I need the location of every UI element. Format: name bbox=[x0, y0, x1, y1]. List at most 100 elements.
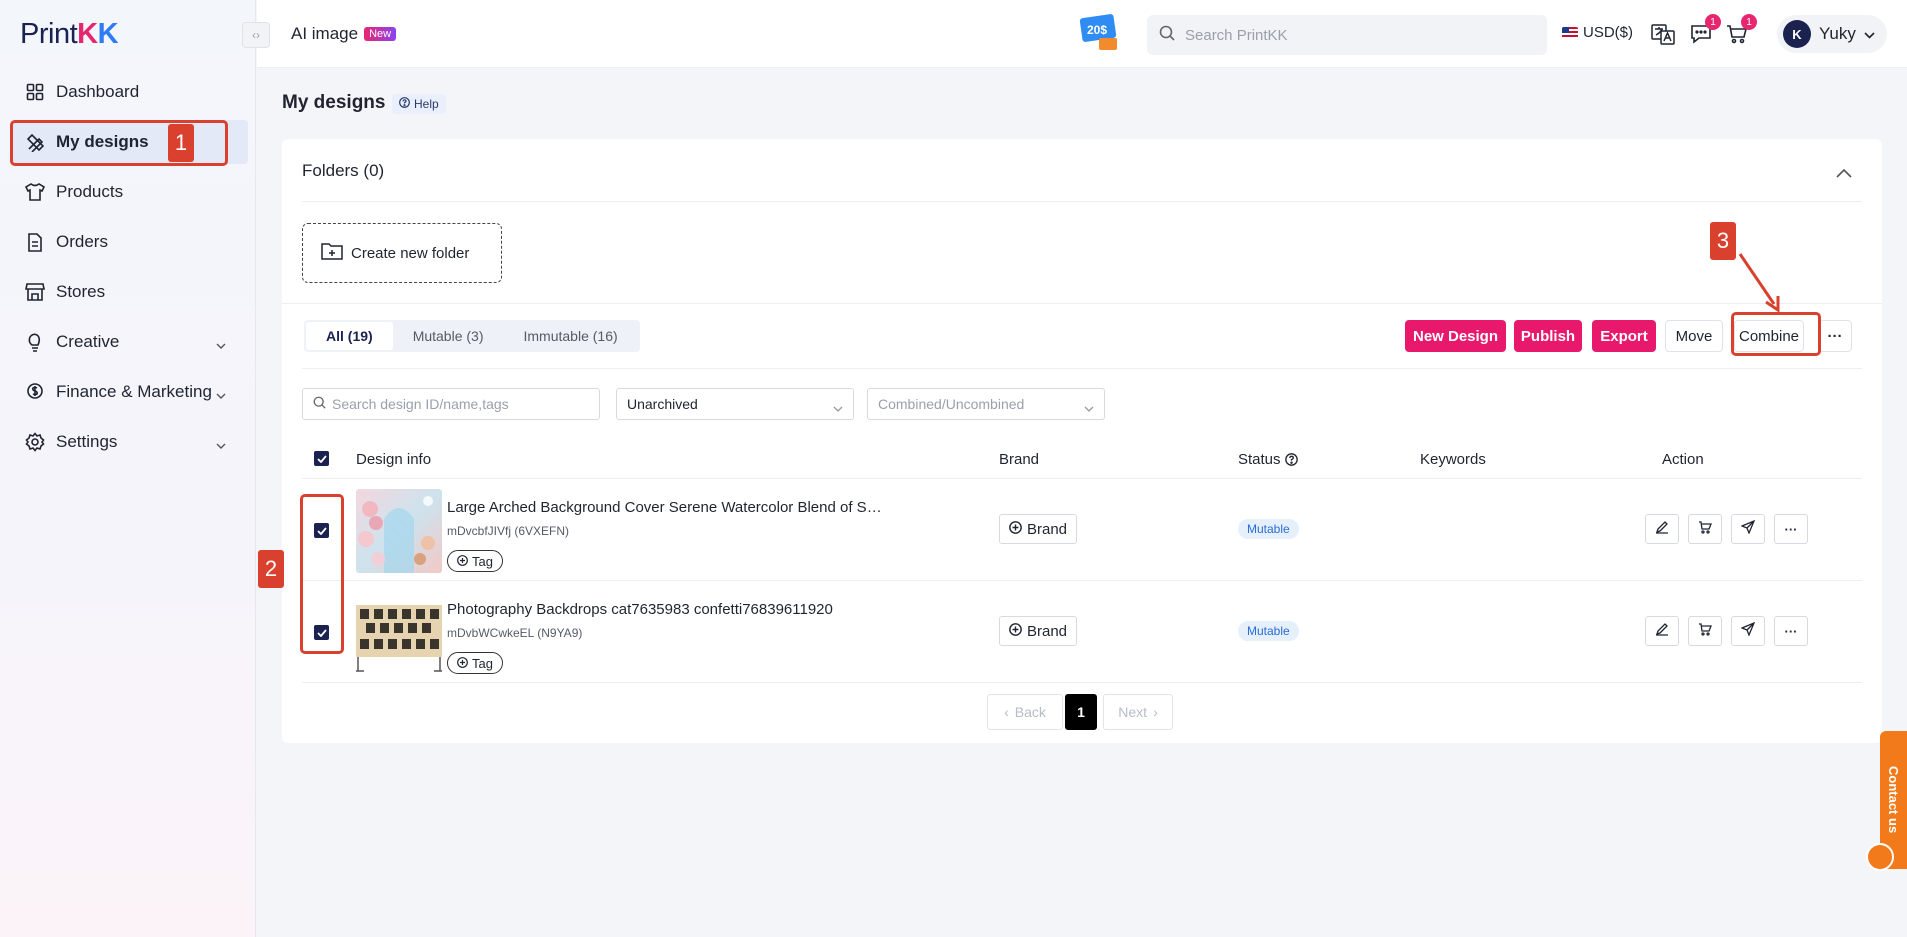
sidebar-item-stores[interactable]: Stores bbox=[10, 270, 248, 314]
tab-immutable[interactable]: Immutable (16) bbox=[504, 322, 638, 350]
bulb-icon bbox=[24, 331, 46, 353]
messages-icon[interactable]: 1 bbox=[1687, 14, 1721, 48]
archive-select[interactable]: Unarchived bbox=[616, 388, 854, 420]
design-search-field[interactable] bbox=[302, 388, 600, 420]
annotation-number-1: 1 bbox=[168, 124, 194, 162]
sidebar-item-settings[interactable]: Settings bbox=[10, 420, 248, 464]
send-icon bbox=[1740, 621, 1756, 641]
design-search-input[interactable] bbox=[332, 396, 542, 412]
divider bbox=[302, 368, 1862, 369]
annotation-number-3: 3 bbox=[1710, 222, 1736, 260]
add-tag-button[interactable]: Tag bbox=[447, 652, 503, 674]
promo-coupon-icon[interactable]: 20$ bbox=[1079, 12, 1123, 54]
page-title: My designs bbox=[282, 92, 386, 113]
sidebar-item-label: Products bbox=[56, 182, 124, 201]
currency-selector[interactable]: USD($) bbox=[1562, 24, 1633, 41]
annotation-number-2: 2 bbox=[258, 550, 284, 588]
avatar: K bbox=[1783, 20, 1811, 48]
printkk-logo[interactable]: PrintKK bbox=[20, 18, 119, 51]
plus-circle-icon bbox=[1009, 520, 1022, 538]
export-button[interactable]: Export bbox=[1592, 320, 1656, 352]
translate-icon[interactable] bbox=[1649, 20, 1677, 48]
ai-image-link[interactable]: AI image New bbox=[291, 24, 397, 44]
cart-icon bbox=[1698, 622, 1712, 641]
help-link[interactable]: Help bbox=[392, 94, 446, 114]
cart-action-button[interactable] bbox=[1688, 616, 1722, 646]
design-thumbnail[interactable] bbox=[356, 591, 442, 675]
folder-plus-icon bbox=[321, 242, 343, 264]
messages-badge: 1 bbox=[1705, 14, 1721, 30]
divider bbox=[282, 303, 1882, 304]
sidebar-item-label: Creative bbox=[56, 332, 120, 351]
status-badge: Mutable bbox=[1238, 519, 1299, 539]
edit-icon bbox=[1655, 520, 1669, 539]
sidebar-item-label: Finance & Marketing bbox=[56, 382, 212, 401]
sidebar-item-finance-marketing[interactable]: Finance & Marketing bbox=[10, 370, 248, 414]
question-icon bbox=[1284, 453, 1298, 466]
more-actions-button[interactable]: ··· bbox=[1818, 320, 1852, 352]
add-brand-button[interactable]: Brand bbox=[999, 616, 1077, 646]
sidebar-item-label: Settings bbox=[56, 432, 118, 451]
design-id: mDvbWCwkeEL (N9YA9) bbox=[447, 626, 583, 640]
new-design-button[interactable]: New Design bbox=[1405, 320, 1506, 352]
add-brand-button[interactable]: Brand bbox=[999, 514, 1077, 544]
global-search[interactable] bbox=[1147, 15, 1547, 55]
design-id: mDvcbfJIVfj (6VXEFN) bbox=[447, 524, 570, 538]
sidebar-item-products[interactable]: Products bbox=[10, 170, 248, 214]
promo-text: 20$ bbox=[1087, 23, 1107, 37]
search-input[interactable] bbox=[1185, 26, 1515, 44]
design-title[interactable]: Large Arched Background Cover Serene Wat… bbox=[447, 499, 887, 516]
user-menu[interactable]: K Yuky bbox=[1777, 15, 1887, 53]
sidebar-item-dashboard[interactable]: Dashboard bbox=[10, 70, 248, 114]
row-more-button[interactable]: ··· bbox=[1774, 514, 1808, 544]
annotation-box-3 bbox=[1731, 312, 1821, 356]
gear-icon bbox=[24, 431, 46, 453]
new-badge: New bbox=[364, 27, 397, 41]
row-more-button[interactable]: ··· bbox=[1774, 616, 1808, 646]
currency-label: USD($) bbox=[1583, 24, 1634, 41]
tshirt-icon bbox=[24, 181, 46, 203]
page-1-button[interactable]: 1 bbox=[1065, 694, 1097, 730]
column-keywords: Keywords bbox=[1420, 451, 1486, 468]
pagination: ‹ Back 1 Next › bbox=[987, 694, 1173, 730]
table-row: Photography Backdrops cat7635983 confett… bbox=[302, 581, 1862, 683]
search-icon bbox=[1159, 25, 1175, 46]
add-tag-button[interactable]: Tag bbox=[447, 550, 503, 572]
sidebar-item-orders[interactable]: Orders bbox=[10, 220, 248, 264]
status-tabs: All (19) Mutable (3) Immutable (16) bbox=[304, 320, 640, 352]
publish-button[interactable]: Publish bbox=[1514, 320, 1582, 352]
chat-bubble-icon[interactable] bbox=[1866, 843, 1894, 871]
design-thumbnail[interactable] bbox=[356, 489, 442, 573]
annotation-arrow bbox=[1738, 253, 1780, 313]
sidebar-collapse-button[interactable]: ‹› bbox=[242, 22, 270, 48]
tab-all[interactable]: All (19) bbox=[306, 322, 393, 350]
design-title[interactable]: Photography Backdrops cat7635983 confett… bbox=[447, 601, 887, 618]
us-flag-icon bbox=[1562, 26, 1578, 39]
publish-action-button[interactable] bbox=[1731, 514, 1765, 544]
create-folder-button[interactable]: Create new folder bbox=[302, 223, 502, 283]
sidebar-item-creative[interactable]: Creative bbox=[10, 320, 248, 364]
collapse-folders-icon[interactable] bbox=[1836, 165, 1852, 183]
combined-select[interactable]: Combined/Uncombined bbox=[867, 388, 1105, 420]
select-all-checkbox[interactable] bbox=[314, 451, 329, 466]
prev-page-button[interactable]: ‹ Back bbox=[987, 694, 1063, 730]
dollar-icon bbox=[24, 381, 46, 403]
sidebar-item-label: Orders bbox=[56, 232, 108, 251]
column-status: Status bbox=[1238, 451, 1298, 468]
cart-action-button[interactable] bbox=[1688, 514, 1722, 544]
edit-button[interactable] bbox=[1645, 616, 1679, 646]
next-page-button[interactable]: Next › bbox=[1103, 694, 1173, 730]
topbar: AI imageNew 20$ USD($) 1 1 K Yuky bbox=[257, 0, 1907, 68]
cart-icon[interactable]: 1 bbox=[1723, 14, 1757, 48]
cart-icon bbox=[1698, 520, 1712, 539]
move-button[interactable]: Move bbox=[1665, 320, 1723, 352]
tab-mutable[interactable]: Mutable (3) bbox=[393, 322, 504, 350]
edit-button[interactable] bbox=[1645, 514, 1679, 544]
chevron-down-icon bbox=[216, 434, 226, 454]
divider bbox=[302, 201, 1862, 202]
publish-action-button[interactable] bbox=[1731, 616, 1765, 646]
cart-badge: 1 bbox=[1741, 14, 1757, 30]
edit-icon bbox=[1655, 622, 1669, 641]
column-brand: Brand bbox=[999, 451, 1040, 468]
folders-heading: Folders (0) bbox=[302, 161, 385, 180]
